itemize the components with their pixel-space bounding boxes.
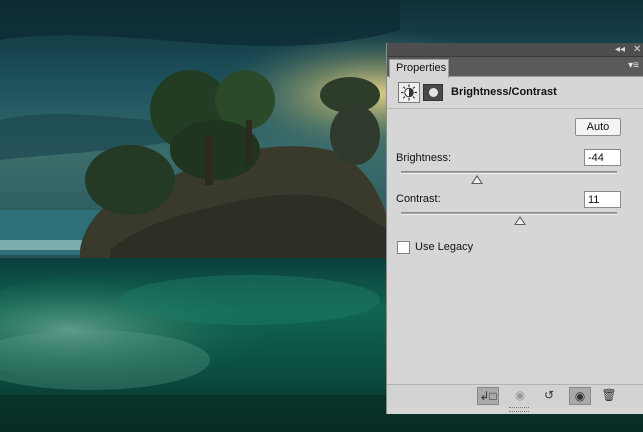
brightness-label: Brightness: [396,152,452,164]
auto-button[interactable]: Auto [575,118,621,136]
contrast-input[interactable] [584,191,621,208]
use-legacy-checkbox[interactable] [397,241,410,254]
panel-title-strip: ◂◂ ✕ [387,43,643,57]
brightness-slider-track[interactable] [401,171,617,174]
brightness-slider-thumb[interactable] [470,175,483,184]
properties-panel: ◂◂ ✕ Properties ▾≡ Brightness/Contrast A… [386,43,643,414]
brightness-input[interactable] [584,149,621,166]
brightness-contrast-icon[interactable] [398,82,420,103]
panel-resize-grip[interactable] [509,407,529,412]
use-legacy-label[interactable]: Use Legacy [415,241,473,253]
contrast-slider-track[interactable] [401,212,617,215]
visibility-eye-icon[interactable]: ◉ [569,387,591,405]
clip-to-layer-icon[interactable]: ↲□ [477,387,499,405]
contrast-slider-thumb[interactable] [513,216,526,225]
reset-icon[interactable]: ↺ [538,387,560,405]
panel-footer: ↲□ ◉ ↺ ◉ 🗑 [387,384,643,407]
layer-mask-icon[interactable] [423,84,443,101]
tab-properties[interactable]: Properties [389,59,449,78]
collapse-panel-icon[interactable]: ◂◂ [615,43,625,56]
contrast-label: Contrast: [396,193,441,205]
adjustment-title: Brightness/Contrast [451,86,557,98]
trash-icon[interactable]: 🗑 [598,387,620,405]
adjustment-header: Brightness/Contrast [387,77,643,109]
panel-menu-icon[interactable]: ▾≡ [628,60,639,72]
panel-tab-bar: Properties ▾≡ [387,57,643,78]
view-previous-state-icon[interactable]: ◉ [509,387,531,405]
close-panel-icon[interactable]: ✕ [633,43,641,56]
